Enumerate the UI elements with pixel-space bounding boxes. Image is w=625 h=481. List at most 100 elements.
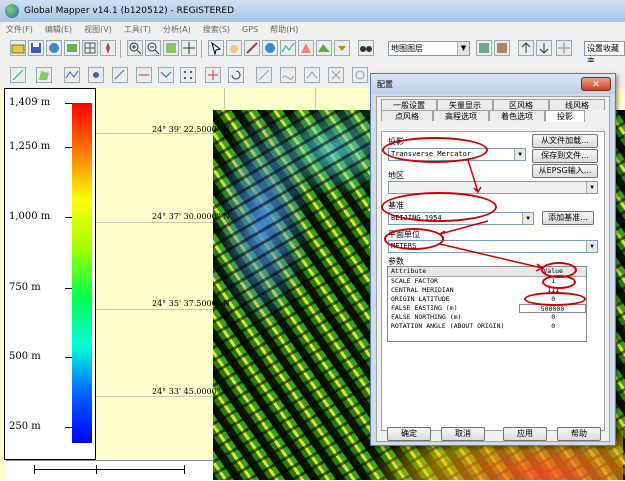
table-row[interactable]: CENTRAL MERIDIAN 111 (388, 286, 586, 295)
datum-select[interactable]: BEIJING 1954 ▼ (388, 212, 534, 225)
legend-label: 250 m (9, 421, 41, 432)
download-icon[interactable] (536, 40, 552, 56)
attribute-cell: ORIGIN LATITUDE (391, 295, 450, 303)
pan-icon[interactable] (181, 40, 197, 56)
merge-icon[interactable] (158, 67, 174, 83)
full-view-icon[interactable] (163, 40, 179, 56)
dialog-titlebar[interactable]: 配置 ✕ (371, 74, 615, 94)
3d-view-icon[interactable] (316, 40, 332, 56)
dropdown-arrow-icon[interactable] (334, 40, 350, 56)
layer-combo[interactable]: 地图图层 ▼ (388, 41, 470, 56)
table-row[interactable]: FALSE NORTHING (m) 0 (388, 313, 586, 322)
table-row[interactable]: FALSE EASTING (m) 500000 (388, 304, 586, 313)
projection-select[interactable]: Transverse Mercator ▼ (388, 148, 526, 161)
hand-icon[interactable] (226, 40, 242, 56)
column-header: Value (543, 267, 563, 275)
tab-projection[interactable]: 投影 (545, 110, 585, 122)
value-cell[interactable]: 500000 (519, 304, 586, 313)
upload-icon[interactable] (518, 40, 534, 56)
compass-icon[interactable] (100, 40, 116, 56)
globe-tool-icon[interactable] (46, 40, 62, 56)
zone-select: ▼ (388, 181, 598, 194)
tab-general[interactable]: 一般设置 (381, 99, 437, 110)
lat-label: 24° 33' 45.0000" N (152, 387, 230, 396)
value-cell[interactable]: 0 (520, 313, 586, 322)
tab-shader-options[interactable]: 着色选项 (489, 110, 545, 121)
cut-icon[interactable] (328, 67, 344, 83)
layer-combo-value: 地图图层 (391, 44, 423, 53)
create-point-icon[interactable] (88, 67, 104, 83)
window-titlebar: Global Mapper v14.1 (b120512) - REGISTER… (0, 0, 625, 22)
buffer-icon[interactable] (352, 67, 368, 83)
configuration-dialog: 配置 ✕ 一般设置 矢量显示 区风格 线风格 点风格 高程选项 着色选项 投影 … (370, 73, 616, 446)
menu-search[interactable]: 搜索(S) (197, 24, 236, 35)
zoom-out-icon[interactable] (145, 40, 161, 56)
epsg-input-button[interactable]: 从EPSG输入... (532, 164, 598, 178)
menu-edit[interactable]: 编辑(E) (39, 24, 78, 35)
planar-units-select[interactable]: METERS ▼ (388, 240, 598, 253)
tab-elevation-options[interactable]: 高程选项 (433, 110, 489, 121)
smooth-icon[interactable] (280, 67, 296, 83)
menu-help[interactable]: 帮助(H) (264, 24, 304, 35)
create-area-icon[interactable] (36, 67, 52, 83)
grid-points-icon[interactable] (180, 67, 196, 83)
menu-analysis[interactable]: 分析(A) (157, 24, 197, 35)
edit-line-icon[interactable] (112, 67, 128, 83)
move-vertex-icon[interactable] (205, 67, 221, 83)
layer-control-icon[interactable] (476, 40, 492, 56)
table-row[interactable]: SCALE FACTOR 1 (388, 277, 586, 286)
value-cell[interactable]: 0 (520, 322, 586, 331)
open-icon[interactable] (10, 40, 26, 56)
grid-icon[interactable] (82, 40, 98, 56)
help-button[interactable]: 帮助 (557, 427, 601, 441)
apply-button[interactable]: 应用 (503, 427, 547, 441)
select-arrow-icon[interactable] (208, 40, 224, 56)
close-icon[interactable]: ✕ (581, 77, 611, 91)
value-cell[interactable]: 0 (520, 295, 586, 304)
load-from-file-button[interactable]: 从文件加载... (532, 134, 598, 148)
table-row[interactable]: ORIGIN LATITUDE 0 (388, 295, 586, 304)
save-icon[interactable] (28, 40, 44, 56)
attribute-cell: CENTRAL MERIDIAN (391, 286, 454, 294)
binoculars-icon[interactable] (358, 40, 374, 56)
menu-tools[interactable]: 工具(T) (118, 24, 157, 35)
ok-button[interactable]: 确定 (387, 427, 431, 441)
simplify-icon[interactable] (304, 67, 320, 83)
menu-view[interactable]: 视图(V) (78, 24, 118, 35)
tab-line-styles[interactable]: 线风格 (549, 99, 605, 110)
tab-point-styles[interactable]: 点风格 (381, 110, 433, 121)
zoom-in-icon[interactable] (127, 40, 143, 56)
layer-settings-icon[interactable] (494, 40, 510, 56)
crosshair-icon[interactable] (556, 40, 572, 56)
value-cell[interactable]: 1 (520, 277, 586, 286)
create-line-icon[interactable] (64, 67, 80, 83)
attribute-cell: FALSE NORTHING (m) (391, 313, 462, 321)
menu-file[interactable]: 文件(F) (0, 24, 39, 35)
info-icon[interactable] (262, 40, 278, 56)
image-icon[interactable] (64, 40, 80, 56)
chevron-down-icon: ▼ (514, 149, 525, 160)
datum-value: BEIJING 1954 (391, 214, 442, 222)
view-shed-icon[interactable] (298, 40, 314, 56)
tab-area-styles[interactable]: 区风格 (493, 99, 549, 110)
tab-vector-display[interactable]: 矢量显示 (437, 99, 493, 110)
rubber-band-icon[interactable] (256, 67, 272, 83)
save-to-file-button[interactable]: 保存到文件... (532, 149, 598, 163)
menu-gps[interactable]: GPS (236, 25, 264, 34)
measure-icon[interactable] (244, 40, 260, 56)
attribute-cell: FALSE EASTING (m) (391, 304, 458, 312)
legend-tick (65, 103, 72, 104)
cancel-button[interactable]: 取消 (441, 427, 485, 441)
edit-vertex-icon[interactable] (10, 67, 26, 83)
toolbar-separator (201, 40, 202, 58)
path-profile-icon[interactable] (280, 40, 296, 56)
legend-label: 500 m (9, 351, 41, 362)
value-cell[interactable]: 111 (520, 286, 586, 295)
rotate-icon[interactable] (228, 67, 244, 83)
split-icon[interactable] (136, 67, 152, 83)
scale-bar (6, 460, 213, 481)
chevron-down-icon: ▼ (457, 42, 469, 55)
table-row[interactable]: ROTATION ANGLE (ABOUT ORIGIN) 0 (388, 322, 586, 331)
add-datum-button[interactable]: 添加基准... (542, 211, 594, 225)
settings-favorites-combo[interactable]: 设置收藏夹 (584, 41, 625, 66)
